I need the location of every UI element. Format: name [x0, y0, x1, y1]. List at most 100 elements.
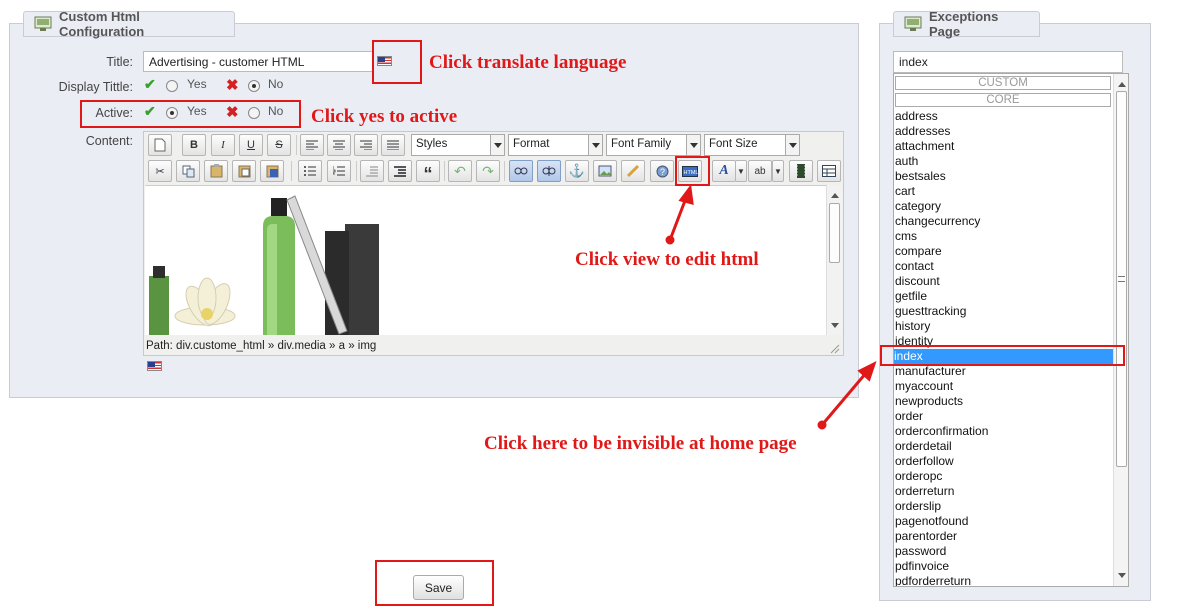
font-size-dropdown-label: Font Size	[709, 138, 758, 150]
redo-icon[interactable]: ↷	[476, 160, 500, 182]
list-item[interactable]: parentorder	[895, 529, 957, 544]
paste-icon[interactable]	[204, 160, 228, 182]
list-item[interactable]: password	[895, 544, 946, 559]
background-color-icon[interactable]: ab	[748, 160, 772, 182]
strikethrough-icon[interactable]: S	[267, 134, 291, 156]
scroll-thumb[interactable]	[829, 203, 840, 263]
display-title-yes-radio[interactable]	[166, 80, 178, 92]
list-item[interactable]: orderreturn	[895, 484, 954, 499]
paste-text-icon[interactable]	[232, 160, 256, 182]
text-color-icon[interactable]: A	[712, 160, 736, 182]
align-right-icon[interactable]	[354, 134, 378, 156]
unlink-icon[interactable]	[537, 160, 561, 182]
list-item[interactable]: attachment	[895, 139, 954, 154]
italic-icon[interactable]: I	[211, 134, 235, 156]
paste-word-icon[interactable]	[260, 160, 284, 182]
list-scroll-down-icon[interactable]	[1118, 573, 1126, 582]
help-icon[interactable]: ?	[650, 160, 674, 182]
blockquote-icon[interactable]: “	[416, 160, 440, 184]
anchor-icon[interactable]: ⚓	[565, 160, 589, 182]
font-family-dropdown[interactable]: Font Family	[606, 134, 701, 156]
display-title-no-label: No	[268, 77, 284, 91]
list-item[interactable]: manufacturer	[895, 364, 966, 379]
chevron-down-icon	[588, 135, 602, 155]
media-icon[interactable]	[789, 160, 813, 182]
list-item[interactable]: cms	[895, 229, 917, 244]
numbered-list-icon[interactable]	[327, 160, 351, 182]
translate-highlight-box	[372, 40, 422, 84]
font-size-dropdown[interactable]: Font Size	[704, 134, 800, 156]
undo-icon[interactable]: ↶	[448, 160, 472, 182]
list-item[interactable]: orderfollow	[895, 454, 954, 469]
content-label: Content:	[85, 134, 133, 148]
custom-html-config-legend: Custom Html Configuration	[23, 9, 235, 39]
exceptions-page-title: Exceptions Page	[929, 9, 999, 39]
cleanup-icon[interactable]	[621, 160, 645, 182]
list-item[interactable]: compare	[895, 244, 942, 259]
underline-icon[interactable]: U	[239, 134, 263, 156]
group-custom-header: CUSTOM	[895, 76, 1111, 90]
list-item[interactable]: orderconfirmation	[895, 424, 988, 439]
list-item[interactable]: cart	[895, 184, 915, 199]
list-item[interactable]: newproducts	[895, 394, 963, 409]
bold-icon[interactable]: B	[182, 134, 206, 156]
link-icon[interactable]	[509, 160, 533, 182]
new-document-icon[interactable]	[148, 134, 172, 156]
scroll-down-icon[interactable]	[831, 323, 839, 332]
format-dropdown-label: Format	[513, 138, 550, 150]
exceptions-icon	[904, 16, 922, 32]
indent-icon[interactable]	[388, 160, 412, 182]
exceptions-search-input[interactable]: index	[893, 51, 1123, 73]
list-item[interactable]: address	[895, 109, 938, 124]
editor-scrollbar[interactable]	[826, 185, 842, 335]
yes-check-icon: ✔	[144, 76, 156, 92]
list-item[interactable]: discount	[895, 274, 940, 289]
align-center-icon[interactable]	[327, 134, 351, 156]
background-color-arrow-icon[interactable]: ▼	[772, 160, 784, 182]
list-item[interactable]: orderslip	[895, 499, 941, 514]
align-left-icon[interactable]	[300, 134, 324, 156]
list-item[interactable]: contact	[895, 259, 934, 274]
align-justify-icon[interactable]	[381, 134, 405, 156]
scroll-up-icon[interactable]	[831, 189, 839, 198]
list-item[interactable]: orderopc	[895, 469, 942, 484]
svg-text:?: ?	[660, 167, 665, 177]
translate-annotation: Click translate language	[429, 52, 627, 73]
format-dropdown[interactable]: Format	[508, 134, 603, 156]
list-item[interactable]: order	[895, 409, 923, 424]
group-core-header: CORE	[895, 93, 1111, 107]
content-language-flag-icon[interactable]	[147, 361, 162, 371]
outdent-icon[interactable]	[360, 160, 384, 182]
table-icon[interactable]	[817, 160, 841, 182]
list-item[interactable]: bestsales	[895, 169, 946, 184]
list-scroll-grip-icon	[1118, 276, 1125, 282]
image-icon[interactable]	[593, 160, 617, 182]
list-item[interactable]: pdforderreturn	[895, 574, 971, 586]
list-item[interactable]: getfile	[895, 289, 927, 304]
list-item[interactable]: changecurrency	[895, 214, 980, 229]
list-scrollbar[interactable]	[1113, 74, 1128, 586]
bullet-list-icon[interactable]	[298, 160, 322, 182]
list-item[interactable]: pdfinvoice	[895, 559, 949, 574]
editor-path-bar: Path: div.custome_html » div.media » a »…	[145, 338, 842, 355]
display-title-no-radio[interactable]	[248, 80, 260, 92]
text-color-arrow-icon[interactable]: ▼	[735, 160, 747, 182]
list-item[interactable]: auth	[895, 154, 918, 169]
list-item[interactable]: history	[895, 319, 930, 334]
html-button-highlight-box	[675, 156, 710, 186]
list-item[interactable]: pagenotfound	[895, 514, 968, 529]
list-item[interactable]: category	[895, 199, 941, 214]
active-highlight-box	[80, 100, 301, 128]
list-item[interactable]: addresses	[895, 124, 950, 139]
list-item[interactable]: myaccount	[895, 379, 953, 394]
copy-icon[interactable]	[176, 160, 200, 182]
styles-dropdown[interactable]: Styles	[411, 134, 505, 156]
cut-icon[interactable]: ✂	[148, 160, 172, 182]
list-item[interactable]: orderdetail	[895, 439, 952, 454]
list-item[interactable]: guesttracking	[895, 304, 966, 319]
title-input[interactable]: Advertising - customer HTML	[143, 51, 373, 72]
resize-handle-icon[interactable]	[830, 343, 840, 354]
exceptions-page-list[interactable]: CUSTOM CORE address addresses attachment au…	[893, 73, 1129, 587]
list-scroll-up-icon[interactable]	[1118, 78, 1126, 87]
chevron-down-icon	[686, 135, 700, 155]
